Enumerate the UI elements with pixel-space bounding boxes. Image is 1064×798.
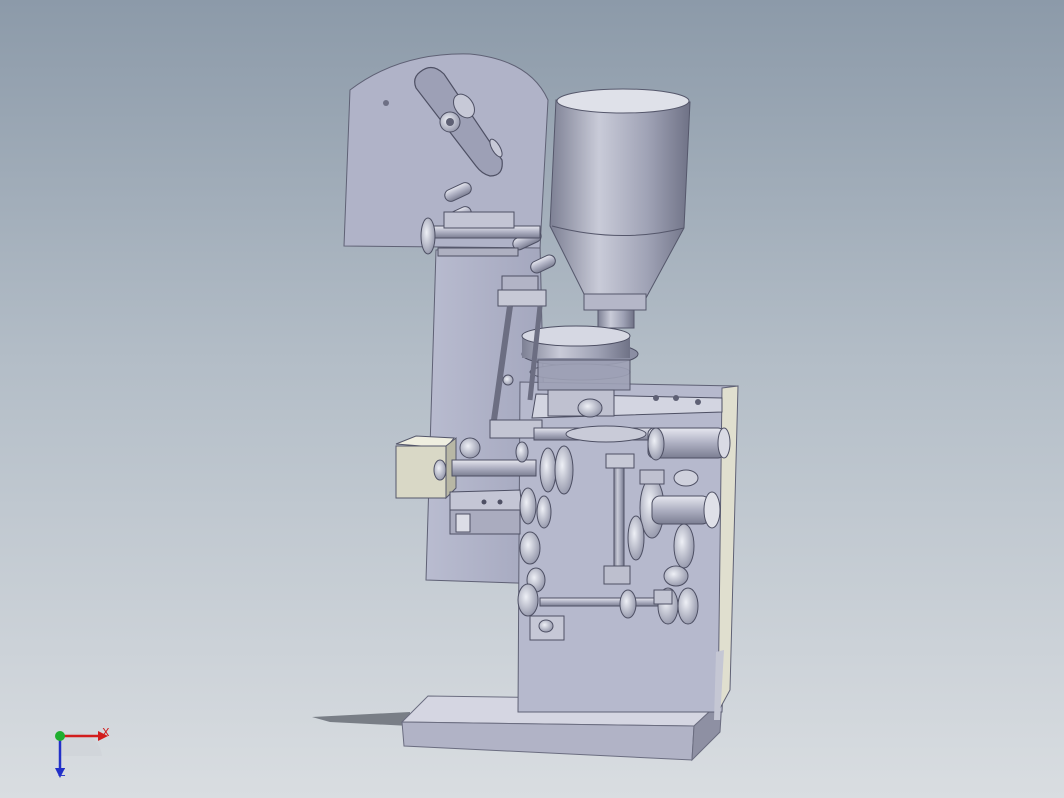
floor-shadow <box>312 712 410 726</box>
axis-triad <box>55 731 108 778</box>
metering-disc[interactable] <box>521 325 639 391</box>
material-hopper[interactable] <box>549 88 691 329</box>
drive-motor[interactable] <box>395 435 457 500</box>
triad-z-label: Z <box>58 766 66 779</box>
packaging-machine-model[interactable] <box>0 0 1064 798</box>
cad-viewport[interactable]: X Z <box>0 0 1064 798</box>
mount-hole-icon <box>383 100 389 106</box>
triad-x-label: X <box>102 726 110 739</box>
